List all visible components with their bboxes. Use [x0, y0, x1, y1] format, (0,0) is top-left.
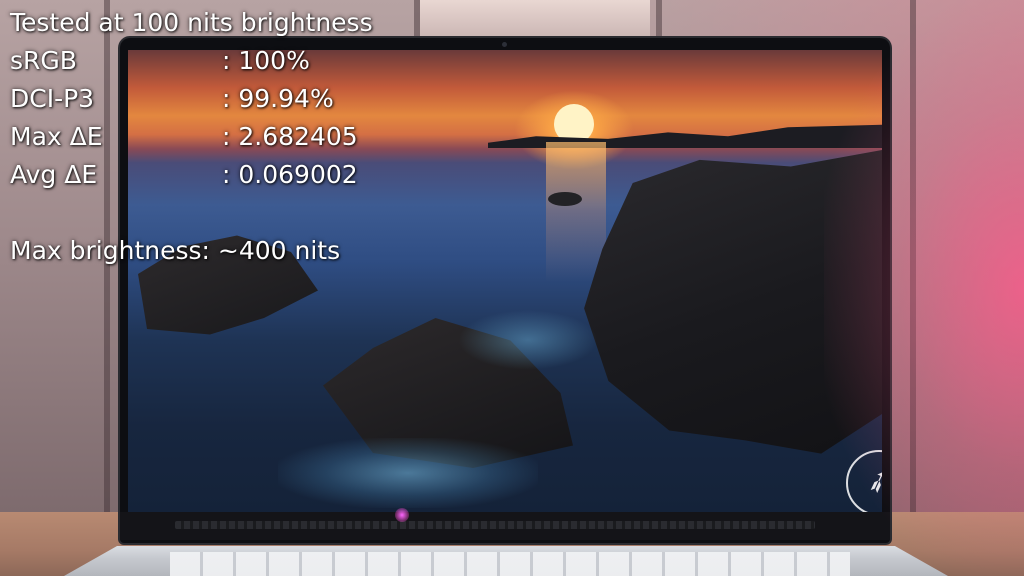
window-light — [420, 0, 650, 40]
metric-label: DCI-P3 — [10, 84, 95, 113]
overlay-title: Tested at 100 nits brightness — [10, 4, 373, 42]
wave-foam — [458, 310, 598, 370]
light-reflection — [395, 508, 409, 522]
pink-light-glow — [824, 0, 1024, 576]
metric-label: sRGB — [10, 46, 77, 75]
metric-value: : 100% — [222, 46, 310, 75]
max-brightness: Max brightness: ~400 nits — [10, 232, 373, 270]
laptop-hinge-vent — [175, 521, 815, 529]
rock-small — [548, 192, 582, 206]
webcam — [502, 42, 507, 47]
metric-label: Avg ΔE — [10, 160, 98, 189]
metric-value: : 99.94% — [222, 84, 334, 113]
metric-row: DCI-P3 : 99.94% — [10, 80, 373, 118]
keyboard — [170, 552, 850, 576]
display-test-overlay: Tested at 100 nits brightness sRGB : 100… — [10, 4, 373, 270]
max-brightness-text: Max brightness: ~400 nits — [10, 236, 341, 265]
metric-value: : 0.069002 — [222, 160, 358, 189]
metric-label: Max ΔE — [10, 122, 103, 151]
sun-reflection — [546, 142, 606, 282]
metric-row: Max ΔE : 2.682405 — [10, 118, 373, 156]
overlay-title-text: Tested at 100 nits brightness — [10, 8, 373, 37]
metric-row: sRGB : 100% — [10, 42, 373, 80]
wave-foam — [278, 438, 538, 508]
metric-row: Avg ΔE : 0.069002 — [10, 156, 373, 194]
metric-value: : 2.682405 — [222, 122, 358, 151]
